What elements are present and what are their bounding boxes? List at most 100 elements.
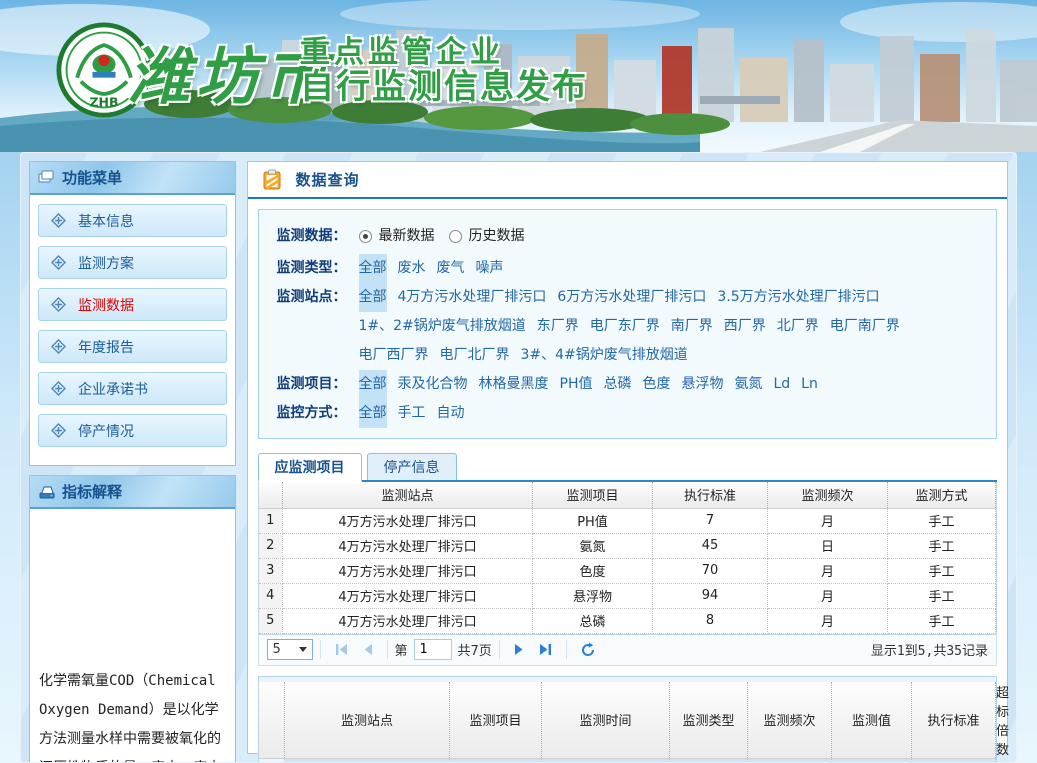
site-subtitle-line1: 重点监管企业: [300, 36, 588, 69]
type-option-2[interactable]: 废气: [437, 254, 465, 283]
mode-option-1[interactable]: 手工: [398, 399, 426, 428]
page-size-select[interactable]: 5: [267, 639, 313, 660]
page-number-input[interactable]: [414, 639, 452, 660]
item-option-8[interactable]: Ld: [773, 370, 790, 399]
compass-arrows-icon: [51, 423, 66, 438]
item-option-3[interactable]: PH值: [560, 370, 593, 399]
item-option-4[interactable]: 总磷: [603, 370, 631, 399]
radio-selected-icon[interactable]: [359, 230, 372, 243]
result-tabs: 应监测项目停产信息: [258, 453, 998, 482]
compass-arrows-icon: [51, 339, 66, 354]
data-radio-option-1[interactable]: 历史数据: [449, 222, 525, 251]
sidebar-item-label: 年度报告: [78, 337, 134, 357]
table-cell: 2: [259, 533, 283, 558]
station-option-13[interactable]: 3#、4#锅炉废气排放烟道: [521, 341, 688, 370]
table-cell: 手工: [888, 558, 996, 583]
column-header: 监测时间: [542, 682, 670, 759]
sidebar-item-3[interactable]: 年度报告: [38, 330, 227, 363]
radio-unselected-icon[interactable]: [449, 230, 462, 243]
type-option-1[interactable]: 废水: [398, 254, 426, 283]
item-option-5[interactable]: 色度: [642, 370, 670, 399]
filter-row-type: 监测类型： 全部废水废气噪声: [277, 254, 991, 283]
mode-option-0[interactable]: 全部: [359, 399, 387, 428]
sidebar-item-5[interactable]: 停产情况: [38, 414, 227, 447]
tab-1[interactable]: 停产信息: [367, 453, 457, 480]
content-shell: 功能菜单 基本信息 监测方案 监测数据 年度报告 企业承诺书 停产情况 指标解释: [20, 152, 1017, 763]
prev-page-button[interactable]: [361, 642, 374, 657]
table-cell: 3: [259, 558, 283, 583]
tab-0[interactable]: 应监测项目: [258, 453, 362, 482]
folder-icon: [38, 170, 56, 185]
station-option-3[interactable]: 3.5万方污水处理厂排污口: [717, 283, 879, 312]
column-header: 执行标准: [912, 682, 996, 759]
data-radio-option-0[interactable]: 最新数据: [359, 222, 435, 251]
divider: [566, 640, 567, 659]
column-header: 监测值: [832, 682, 912, 759]
station-option-11[interactable]: 电厂西厂界: [359, 341, 429, 370]
indicator-body: 化学需氧量COD（Chemical Oxygen Demand）是以化学方法测量…: [30, 509, 235, 763]
item-option-7[interactable]: 氨氮: [734, 370, 762, 399]
table-cell: 70: [653, 558, 768, 583]
sidebar-item-4[interactable]: 企业承诺书: [38, 372, 227, 405]
table-cell: PH值: [533, 508, 653, 533]
table-cell: 0.03: [912, 758, 996, 763]
table-cell: 45: [653, 533, 768, 558]
table-cell: 总磷: [533, 608, 653, 633]
column-header: 监测项目: [450, 682, 542, 759]
next-page-button[interactable]: [513, 642, 526, 657]
site-subtitle-line2: 自行监测信息发布: [300, 69, 588, 106]
table-row[interactable]: 14万方污水处理厂排污口PH值7月手工: [259, 508, 996, 533]
refresh-icon[interactable]: [580, 642, 596, 658]
function-menu-list: 基本信息 监测方案 监测数据 年度报告 企业承诺书 停产情况: [30, 195, 235, 465]
compass-arrows-icon: [51, 213, 66, 228]
table-row[interactable]: 44万方污水处理厂排污口悬浮物94月手工: [259, 583, 996, 608]
station-option-8[interactable]: 西厂界: [724, 312, 766, 341]
first-page-button[interactable]: [334, 642, 349, 657]
station-option-7[interactable]: 南厂界: [671, 312, 713, 341]
table-cell: 手工: [888, 583, 996, 608]
type-option-3[interactable]: 噪声: [476, 254, 504, 283]
document-stack-icon: [38, 484, 56, 500]
station-option-10[interactable]: 电厂南厂界: [830, 312, 900, 341]
table-row[interactable]: 11#、2#锅炉废气排放烟道汞及化合物2016年07月01日-09手工1季/次0…: [259, 758, 996, 763]
last-page-button[interactable]: [538, 642, 553, 657]
station-option-5[interactable]: 东厂界: [537, 312, 579, 341]
item-option-6[interactable]: 悬浮物: [681, 370, 723, 399]
station-option-4[interactable]: 1#、2#锅炉废气排放烟道: [359, 312, 526, 341]
table-cell: 手工: [888, 508, 996, 533]
type-option-0[interactable]: 全部: [359, 254, 387, 283]
clipboard-icon: [262, 169, 282, 191]
filter-row-station: 监测站点： 全部4万方污水处理厂排污口6万方污水处理厂排污口3.5万方污水处理厂…: [277, 283, 991, 370]
column-header: 监测类型: [670, 682, 748, 759]
logo-text: ZHB: [90, 94, 119, 109]
total-pages-label: 共7页: [458, 640, 492, 659]
station-option-12[interactable]: 电厂北厂界: [440, 341, 510, 370]
station-option-0[interactable]: 全部: [359, 283, 387, 312]
item-option-2[interactable]: 林格曼黑度: [479, 370, 549, 399]
sidebar-item-label: 监测数据: [78, 295, 134, 315]
table-row[interactable]: 34万方污水处理厂排污口色度70月手工: [259, 558, 996, 583]
station-option-1[interactable]: 4万方污水处理厂排污口: [398, 283, 547, 312]
sidebar-item-1[interactable]: 监测方案: [38, 246, 227, 279]
item-option-9[interactable]: Ln: [801, 370, 818, 399]
table-row[interactable]: 24万方污水处理厂排污口氨氮45日手工: [259, 533, 996, 558]
divider: [499, 640, 500, 659]
table-cell: 1: [259, 758, 285, 763]
sidebar-item-2[interactable]: 监测数据: [38, 288, 227, 321]
station-option-2[interactable]: 6万方污水处理厂排污口: [557, 283, 706, 312]
station-option-6[interactable]: 电厂东厂界: [590, 312, 660, 341]
sidebar-item-0[interactable]: 基本信息: [38, 204, 227, 237]
station-option-9[interactable]: 北厂界: [777, 312, 819, 341]
indicator-explanation-text: 化学需氧量COD（Chemical Oxygen Demand）是以化学方法测量…: [39, 667, 226, 763]
item-option-0[interactable]: 全部: [359, 370, 387, 399]
column-header: 监测频次: [768, 482, 888, 508]
item-option-1[interactable]: 汞及化合物: [398, 370, 468, 399]
table-cell: 汞及化合物: [450, 758, 542, 763]
table-cell: 4: [259, 583, 283, 608]
function-menu-header: 功能菜单: [30, 162, 235, 195]
compass-arrows-icon: [51, 381, 66, 396]
sidebar-item-label: 企业承诺书: [78, 379, 148, 399]
filter-row-data: 监测数据： 最新数据历史数据: [277, 222, 991, 254]
mode-option-2[interactable]: 自动: [437, 399, 465, 428]
table-row[interactable]: 54万方污水处理厂排污口总磷8月手工: [259, 608, 996, 633]
